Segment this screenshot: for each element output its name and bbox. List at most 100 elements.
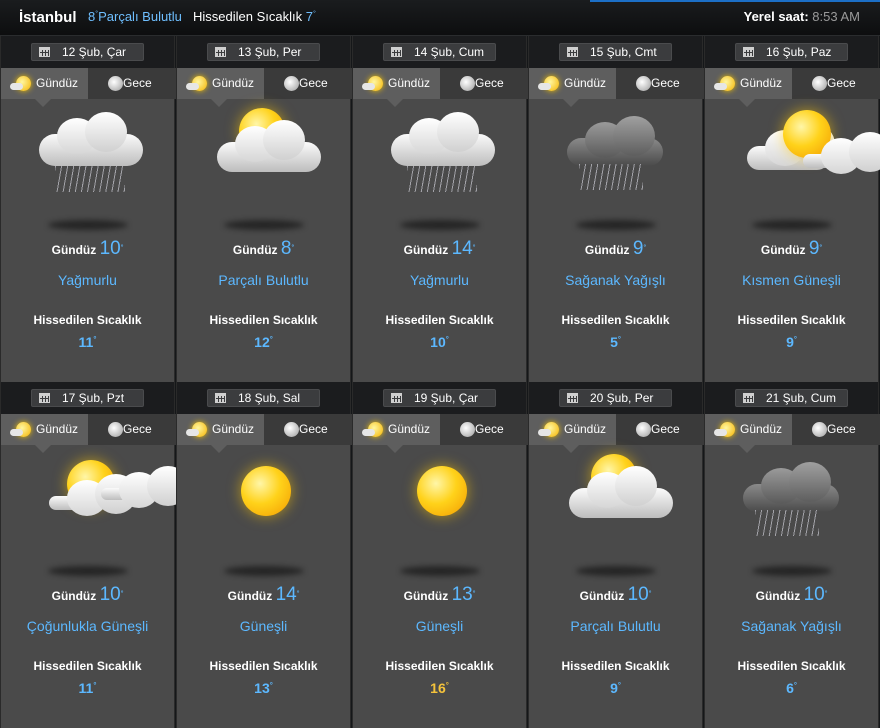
condition-label: Güneşli [415,618,464,634]
tab-day[interactable]: Gündüz [1,414,88,453]
date-bar: 12 Şub, Çar [1,36,174,68]
tab-day[interactable]: Gündüz [177,68,264,107]
tab-night[interactable]: Gece [440,414,528,445]
calendar-icon [567,393,578,403]
local-time-value: 8:53 AM [812,9,860,24]
tab-night[interactable]: Gece [616,414,704,445]
date-picker[interactable]: 15 Şub, Cmt [559,43,672,61]
date-picker[interactable]: 13 Şub, Per [207,43,320,61]
moon-icon [460,76,475,91]
tab-day[interactable]: Gündüz [353,414,440,453]
date-bar: 20 Şub, Per [529,382,702,414]
moon-icon [108,422,123,437]
day-night-tabs: Gündüz Gece [529,414,704,453]
top-bar: İstanbul 8°Parçalı Bulutlu Hissedilen Sı… [0,0,880,36]
day-temp: 14 [451,238,473,259]
moon-icon [108,76,123,91]
tab-night[interactable]: Gece [440,68,528,99]
tab-day-label: Gündüz [36,422,79,436]
feels-value: 9° [610,680,621,696]
date-label: 19 Şub, Çar [414,391,479,405]
moon-icon [284,76,299,91]
date-picker[interactable]: 14 Şub, Cum [383,43,496,61]
current-feels: Hissedilen Sıcaklık 7° [193,9,316,24]
feels-label: Hissedilen Sıcaklık [33,313,142,327]
day-temp: 13 [451,584,473,605]
day-label: Gündüz [403,243,449,257]
tab-night[interactable]: Gece [264,414,352,445]
sun-icon [714,76,735,91]
tab-night-label: Gece [827,422,856,436]
calendar-icon [39,393,50,403]
date-picker[interactable]: 18 Şub, Sal [207,389,320,407]
sun-icon [186,422,207,437]
date-label: 16 Şub, Paz [766,45,832,59]
condition-label: Çoğunlukla Güneşli [26,618,149,634]
tab-night-label: Gece [475,76,504,90]
tab-day-label: Gündüz [212,422,255,436]
tab-night-label: Gece [123,422,152,436]
tab-night[interactable]: Gece [264,68,352,99]
feels-value: 12° [254,334,273,350]
tab-day[interactable]: Gündüz [705,68,792,107]
accent-line [590,0,880,2]
day-night-tabs: Gündüz Gece [705,68,880,107]
date-picker[interactable]: 20 Şub, Per [559,389,672,407]
date-label: 15 Şub, Cmt [590,45,657,59]
date-label: 20 Şub, Per [590,391,654,405]
sun-icon [10,422,31,437]
feels-value: 9° [786,334,797,350]
local-time-label: Yerel saat: [743,9,809,24]
day-label: Gündüz [227,589,273,603]
sun-icon [353,454,526,576]
day-temp-line: Gündüz 10° [579,584,652,605]
condition-label: Sağanak Yağışlı [565,272,666,288]
date-picker[interactable]: 17 Şub, Pzt [31,389,144,407]
sun-icon [538,76,559,91]
day-label: Gündüz [755,589,801,603]
tab-night[interactable]: Gece [792,414,880,445]
tab-night[interactable]: Gece [616,68,704,99]
condition-label: Güneşli [239,618,288,634]
tab-night[interactable]: Gece [88,414,176,445]
day-temp-line: Gündüz 14° [403,238,476,259]
feels-label: Hissedilen Sıcaklık [209,313,318,327]
tab-night-label: Gece [651,76,680,90]
tab-night[interactable]: Gece [792,68,880,99]
condition-label: Parçalı Bulutlu [218,272,309,288]
tab-day[interactable]: Gündüz [177,414,264,453]
feels-label: Hissedilen Sıcaklık [737,659,846,673]
feels-value: 10° [430,334,449,350]
day-temp-line: Gündüz 8° [232,238,295,259]
day-label: Gündüz [584,243,630,257]
date-picker[interactable]: 12 Şub, Çar [31,43,144,61]
feels-label: Hissedilen Sıcaklık [209,659,318,673]
tab-day[interactable]: Gündüz [1,68,88,107]
day-night-tabs: Gündüz Gece [353,414,528,453]
date-bar: 19 Şub, Çar [353,382,526,414]
tab-day[interactable]: Gündüz [529,68,616,107]
tab-night-label: Gece [827,76,856,90]
date-bar: 18 Şub, Sal [177,382,350,414]
tab-day[interactable]: Gündüz [705,414,792,453]
tab-night-label: Gece [299,76,328,90]
date-picker[interactable]: 16 Şub, Paz [735,43,848,61]
day-temp: 10 [803,584,825,605]
tab-night[interactable]: Gece [88,68,176,99]
storm-cloud-icon [529,108,702,230]
day-card: 20 Şub, Per Gündüz Gece Gündüz 10° Parçalı B… [528,382,704,728]
date-bar: 14 Şub, Cum [353,36,526,68]
feels-label: Hissedilen Sıcaklık [561,659,670,673]
day-card: 15 Şub, Cmt Gündüz Gece Gündüz 9° Sağanak Ya… [528,36,704,382]
calendar-icon [743,47,754,57]
day-label: Gündüz [51,589,97,603]
tab-day[interactable]: Gündüz [529,414,616,453]
tab-day-label: Gündüz [740,76,783,90]
day-card: 16 Şub, Paz Gündüz Gece Gündüz 9° Kısmen Gün… [704,36,880,382]
date-picker[interactable]: 21 Şub, Cum [735,389,848,407]
tab-day[interactable]: Gündüz [353,68,440,107]
moon-icon [636,76,651,91]
moon-icon [284,422,299,437]
date-picker[interactable]: 19 Şub, Çar [383,389,496,407]
moon-icon [812,76,827,91]
